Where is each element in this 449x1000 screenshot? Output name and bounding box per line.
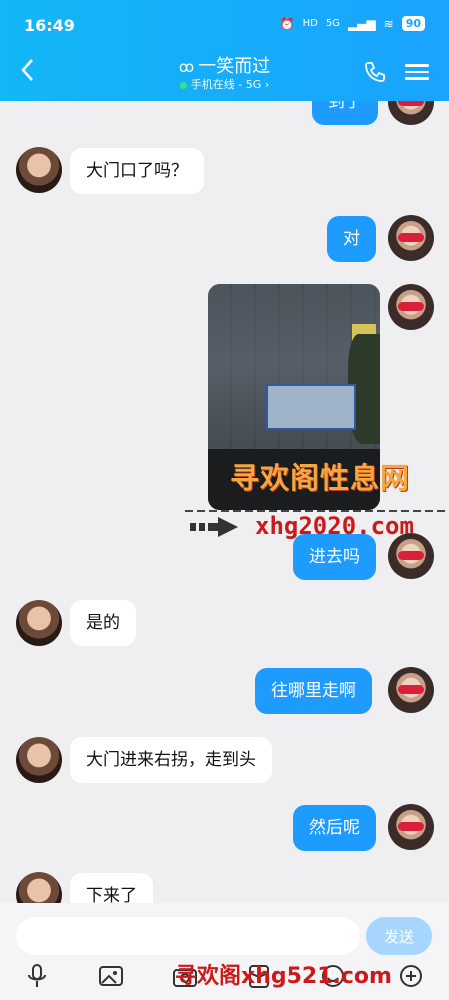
wifi-icon: ≋: [383, 16, 394, 31]
message-bubble-right[interactable]: 进去吗: [293, 534, 376, 580]
message-bubble-left[interactable]: 大门口了吗？: [70, 148, 204, 194]
alarm-icon: ⏰: [279, 16, 295, 31]
online-status-text: 手机在线 - 5G ›: [190, 78, 270, 91]
signal-icon: ▂▄▆: [347, 16, 376, 31]
battery-icon: 90: [401, 16, 425, 31]
status-bar: 16:49 ⏰ HD 5G ▂▄▆ ≋ 90: [0, 0, 449, 50]
earpiece-icon: ꝏ: [178, 58, 195, 76]
back-arrow-icon[interactable]: [20, 58, 48, 86]
message-bubble-right[interactable]: 然后呢: [293, 805, 376, 851]
send-button[interactable]: 发送: [366, 917, 432, 955]
photo-billboard: [266, 384, 356, 430]
contact-name: ꝏ 一笑而过: [120, 56, 329, 78]
watermark-arrow-icon: [190, 516, 240, 542]
status-icons: ⏰ HD 5G ▂▄▆ ≋ 90: [280, 16, 425, 31]
my-avatar[interactable]: [388, 667, 434, 713]
contact-name-text: 一笑而过: [198, 56, 271, 77]
watermark-image-text: 寻欢阁性息网: [230, 461, 411, 495]
microphone-icon[interactable]: [24, 963, 54, 993]
my-avatar[interactable]: [388, 804, 434, 850]
message-bubble-right[interactable]: 到了: [312, 101, 378, 125]
image-icon[interactable]: [98, 963, 128, 993]
watermark-url: xhg2020.com: [255, 512, 414, 540]
message-bubble-right[interactable]: 对: [327, 216, 376, 262]
contact-avatar[interactable]: [16, 600, 62, 646]
network-label: 5G: [325, 17, 340, 29]
my-avatar[interactable]: [388, 101, 434, 125]
hd-icon: HD: [302, 17, 318, 29]
message-bubble-left[interactable]: 是的: [70, 600, 136, 646]
online-status: 手机在线 - 5G ›: [120, 78, 329, 92]
contact-avatar[interactable]: [16, 147, 62, 193]
phone-call-icon[interactable]: [363, 60, 387, 84]
message-list[interactable]: 到了 大门口了吗？ 对 进去吗 是的 往哪里走啊 大门进来右拐，走到头 然后呢 …: [0, 101, 449, 903]
chat-title-block[interactable]: ꝏ 一笑而过 手机在线 - 5G ›: [120, 56, 329, 92]
message-input[interactable]: [16, 917, 360, 955]
menu-icon[interactable]: [405, 60, 429, 84]
contact-avatar[interactable]: [16, 872, 62, 903]
online-dot-icon: [179, 81, 187, 89]
message-bubble-right[interactable]: 往哪里走啊: [255, 668, 372, 714]
chat-header: 16:49 ⏰ HD 5G ▂▄▆ ≋ 90 ꝏ 一笑而过 手机在线 - 5G ›: [0, 0, 449, 101]
plus-icon[interactable]: [398, 963, 428, 993]
message-bubble-left[interactable]: 大门进来右拐，走到头: [70, 737, 272, 783]
message-bubble-left[interactable]: 下来了: [70, 873, 153, 903]
contact-avatar[interactable]: [16, 737, 62, 783]
my-avatar[interactable]: [388, 215, 434, 261]
status-time: 16:49: [24, 16, 75, 35]
my-avatar[interactable]: [388, 284, 434, 330]
watermark-footer-url: 寻欢阁xhg521.com: [175, 964, 392, 989]
